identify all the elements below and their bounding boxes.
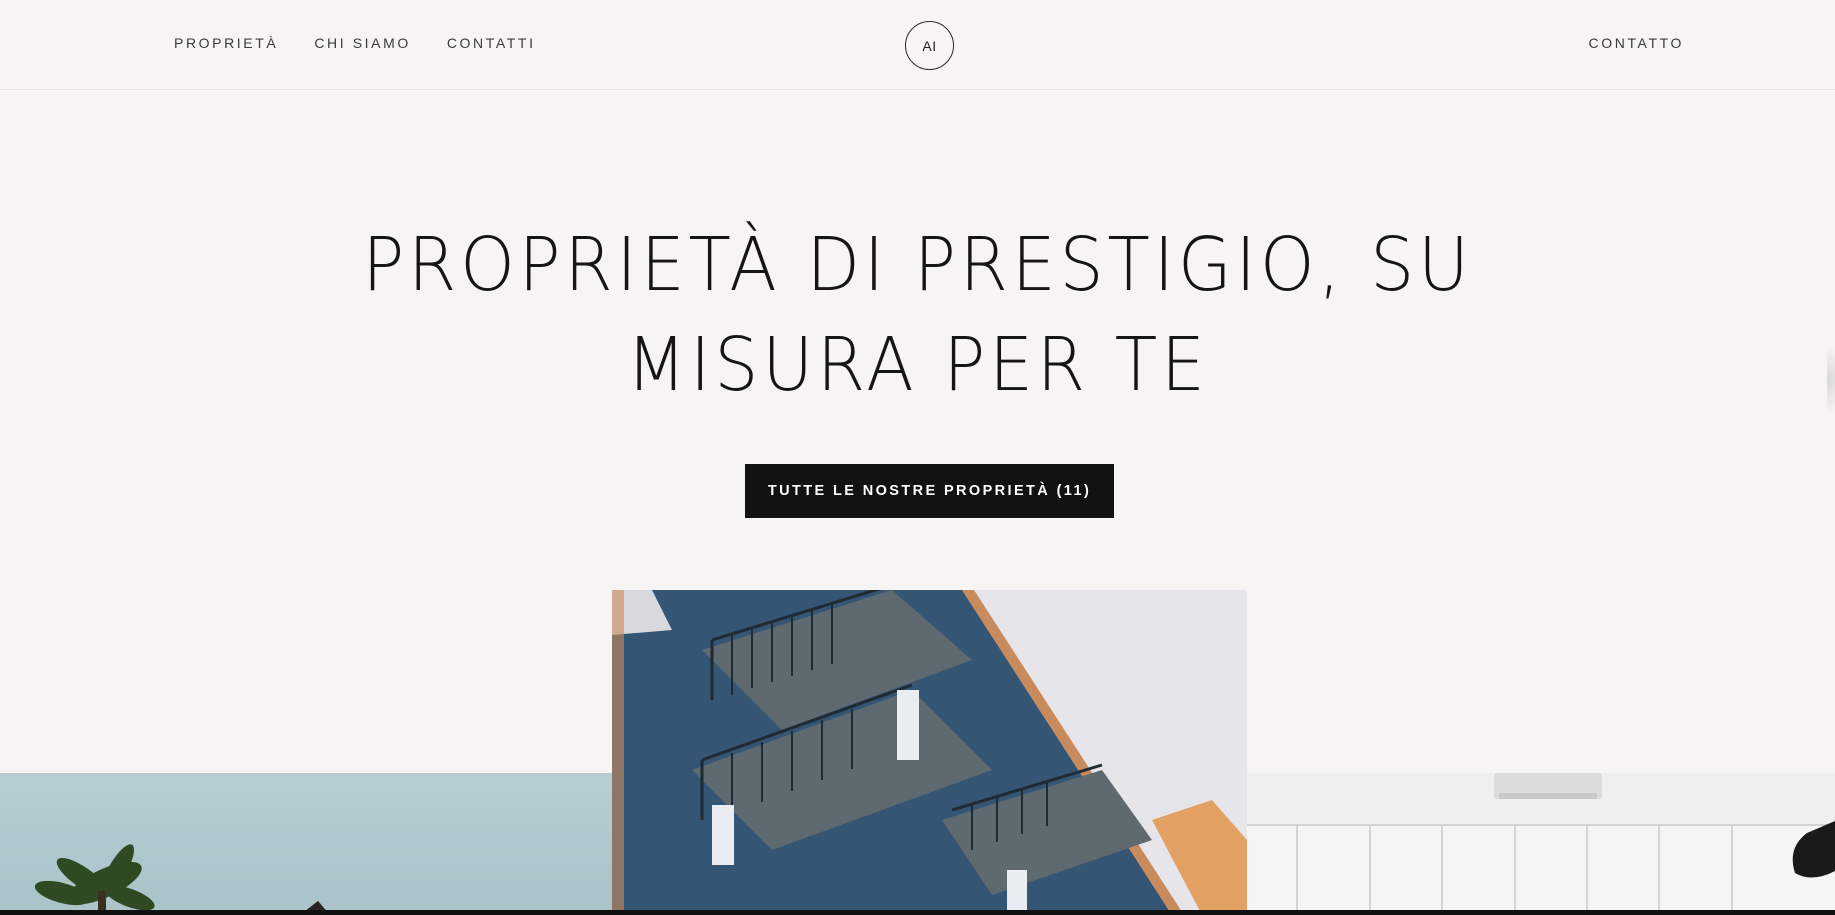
nav-link-properties[interactable]: PROPRIETÀ [174,35,278,51]
bottom-border [0,910,1835,915]
nav-link-about[interactable]: CHI SIAMO [314,35,411,51]
property-image-left[interactable] [0,773,612,915]
property-image-center[interactable] [612,590,1247,915]
hero-title: PROPRIETÀ DI PRESTIGIO, SU MISURA PER TE [55,215,1780,415]
building-illustration [612,590,1247,915]
contact-link[interactable]: CONTATTO [1589,35,1684,51]
hero-title-line-2: MISURA PER TE [626,322,1209,408]
palm-tree-illustration [34,844,330,915]
hero-title-line-1: PROPRIETÀ DI PRESTIGIO, SU [362,222,1473,308]
scroll-shadow [1827,345,1835,415]
all-properties-button[interactable]: TUTTE LE NOSTRE PROPRIETÀ (11) [745,464,1114,518]
site-header: PROPRIETÀ CHI SIAMO CONTATTI AI CONTATTO [0,0,1835,90]
property-image-right[interactable] [1247,773,1835,915]
nav-link-contacts[interactable]: CONTATTI [447,35,536,51]
kitchen-illustration [1247,773,1835,915]
logo[interactable]: AI [905,21,954,70]
main-nav: PROPRIETÀ CHI SIAMO CONTATTI [174,35,536,51]
